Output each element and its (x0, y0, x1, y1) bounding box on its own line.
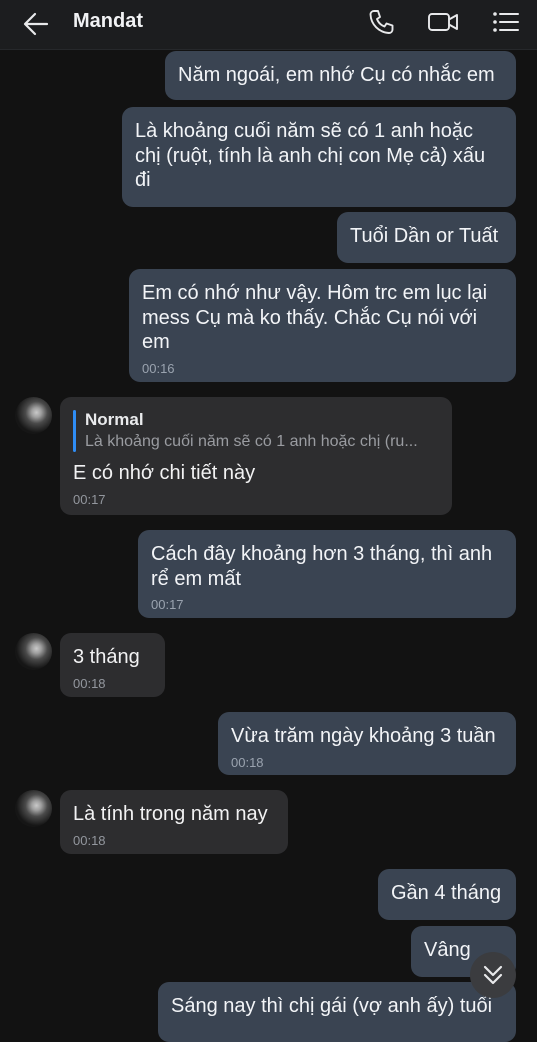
message-text: Vâng (424, 939, 471, 961)
message-time: 00:17 (151, 597, 184, 612)
message-time: 00:18 (73, 832, 106, 848)
message-text: Cách đây khoảng hơn 3 tháng, thì anh rể … (151, 543, 493, 590)
avatar[interactable] (15, 633, 52, 670)
message-text: Tuổi Dần or Tuất (350, 225, 499, 247)
reply-sender: Normal (85, 410, 144, 429)
phone-icon[interactable] (365, 6, 397, 38)
message-text: Là tính trong năm nay (73, 803, 268, 825)
reply-quote[interactable]: Normal Là khoảng cuối năm sẽ có 1 anh ho… (73, 409, 439, 453)
avatar[interactable] (15, 790, 52, 827)
message-time: 00:16 (142, 360, 175, 376)
message-outgoing[interactable]: Là khoảng cuối năm sẽ có 1 anh hoặc chị … (122, 107, 516, 207)
contact-name[interactable]: Mandat (73, 10, 143, 33)
message-text: Sáng nay thì chị gái (vợ anh ấy) tuổi (171, 995, 493, 1017)
message-time: 00:18 (231, 754, 264, 770)
chevron-double-down-icon (483, 965, 503, 985)
message-text: E có nhớ chi tiết này (73, 462, 256, 484)
message-outgoing[interactable]: Vừa trăm ngày khoảng 3 tuần 00:18 (218, 712, 516, 775)
message-time: 00:17 (73, 491, 106, 507)
message-outgoing[interactable]: Em có nhớ như vậy. Hôm trc em lục lại me… (129, 269, 516, 382)
message-text: Gần 4 tháng (391, 882, 502, 904)
avatar[interactable] (15, 397, 52, 434)
message-outgoing[interactable]: Tuổi Dần or Tuất (337, 212, 516, 263)
message-outgoing[interactable]: Năm ngoái, em nhớ Cụ có nhắc em (165, 51, 516, 100)
message-text: Năm ngoái, em nhớ Cụ có nhắc em (178, 64, 495, 86)
scroll-to-bottom-button[interactable] (470, 952, 516, 998)
chat-header: Mandat (0, 0, 537, 50)
message-time: 00:18 (73, 675, 106, 691)
message-incoming[interactable]: Là tính trong năm nay 00:18 (60, 790, 288, 854)
video-camera-icon[interactable] (427, 6, 459, 38)
list-menu-icon[interactable] (489, 6, 521, 38)
message-text: 3 tháng (73, 646, 140, 668)
arrow-left-icon[interactable] (20, 8, 52, 40)
reply-preview: Là khoảng cuối năm sẽ có 1 anh hoặc chị … (85, 433, 418, 450)
message-outgoing[interactable]: Gần 4 tháng (378, 869, 516, 920)
message-text: Em có nhớ như vậy. Hôm trc em lục lại me… (142, 282, 488, 353)
message-incoming[interactable]: Normal Là khoảng cuối năm sẽ có 1 anh ho… (60, 397, 452, 515)
message-text: Là khoảng cuối năm sẽ có 1 anh hoặc chị … (135, 120, 486, 191)
message-text: Vừa trăm ngày khoảng 3 tuần (231, 725, 496, 747)
message-outgoing[interactable]: Sáng nay thì chị gái (vợ anh ấy) tuổi (158, 982, 516, 1042)
message-outgoing[interactable]: Cách đây khoảng hơn 3 tháng, thì anh rể … (138, 530, 516, 618)
message-incoming[interactable]: 3 tháng 00:18 (60, 633, 165, 697)
